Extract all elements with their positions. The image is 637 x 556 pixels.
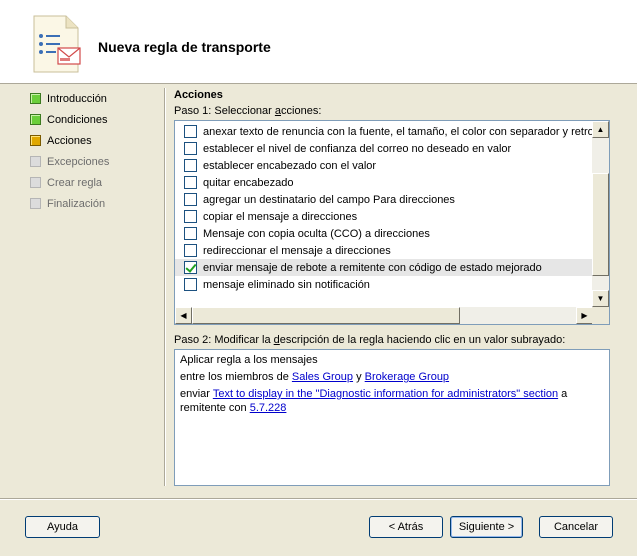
- description-line: Aplicar regla a los mensajes: [180, 354, 318, 366]
- action-checkbox[interactable]: [184, 176, 197, 189]
- nav-step-label: Condiciones: [47, 113, 108, 126]
- wizard-title: Nueva regla de transporte: [98, 39, 271, 55]
- step-pending-icon: [30, 156, 41, 167]
- nav-step-label: Introducción: [47, 92, 107, 105]
- actions-listbox[interactable]: anexar texto de renuncia con la fuente, …: [174, 120, 610, 325]
- step1-label: Paso 1: Seleccionar acciones:: [174, 105, 322, 117]
- description-line: remitente con 5.7.228: [180, 402, 287, 414]
- wizard-header: Nueva regla de transporte: [0, 0, 637, 84]
- action-row[interactable]: quitar encabezado: [175, 174, 593, 191]
- status-code-link[interactable]: 5.7.228: [250, 402, 287, 414]
- action-checkbox[interactable]: [184, 278, 197, 291]
- action-row[interactable]: copiar el mensaje a direcciones: [175, 208, 593, 225]
- diagnostic-text-link[interactable]: Text to display in the "Diagnostic infor…: [213, 388, 558, 400]
- description-line: entre los miembros de Sales Group y Brok…: [180, 371, 450, 383]
- action-checkbox[interactable]: [184, 210, 197, 223]
- scroll-left-icon[interactable]: ◀: [175, 307, 192, 324]
- step2-label: Paso 2: Modificar la descripción de la r…: [174, 334, 566, 346]
- nav-step-condiciones[interactable]: Condiciones: [30, 109, 160, 130]
- action-row[interactable]: establecer el nivel de confianza del cor…: [175, 140, 593, 157]
- step-done-icon: [30, 114, 41, 125]
- rule-description-box: Aplicar regla a los mensajes entre los m…: [174, 349, 610, 486]
- scroll-up-icon[interactable]: ▲: [592, 121, 609, 138]
- nav-step-label: Excepciones: [47, 155, 110, 168]
- action-row[interactable]: establecer encabezado con el valor: [175, 157, 593, 174]
- cancel-button[interactable]: Cancelar: [539, 516, 613, 538]
- action-checkbox[interactable]: [184, 125, 197, 138]
- vertical-divider: [164, 88, 166, 486]
- scroll-down-icon[interactable]: ▼: [592, 290, 609, 307]
- action-checkbox[interactable]: [184, 227, 197, 240]
- actions-list: anexar texto de renuncia con la fuente, …: [175, 121, 593, 307]
- next-button[interactable]: Siguiente >: [450, 516, 523, 538]
- nav-step-label: Crear regla: [47, 176, 103, 189]
- vertical-scrollbar[interactable]: ▲ ▼: [592, 121, 609, 307]
- bottom-divider: [0, 498, 637, 500]
- action-row[interactable]: mensaje eliminado sin notificación: [175, 276, 593, 293]
- wizard-steps-nav: Introducción Condiciones Acciones Excepc…: [30, 88, 160, 214]
- nav-step-excepciones: Excepciones: [30, 151, 160, 172]
- back-button[interactable]: < Atrás: [369, 516, 443, 538]
- action-row-selected[interactable]: enviar mensaje de rebote a remitente con…: [175, 259, 593, 276]
- action-row[interactable]: anexar texto de renuncia con la fuente, …: [175, 123, 593, 140]
- action-checkbox[interactable]: [184, 244, 197, 257]
- brokerage-group-link[interactable]: Brokerage Group: [365, 371, 449, 383]
- step-pending-icon: [30, 177, 41, 188]
- description-line: enviar Text to display in the "Diagnosti…: [180, 388, 568, 400]
- vertical-scroll-thumb[interactable]: [592, 173, 609, 276]
- nav-step-crear-regla: Crear regla: [30, 172, 160, 193]
- horizontal-scroll-thumb[interactable]: [192, 307, 460, 324]
- nav-step-label: Acciones: [47, 134, 92, 147]
- step-pending-icon: [30, 198, 41, 209]
- action-checkbox[interactable]: [184, 159, 197, 172]
- section-title: Acciones: [174, 89, 223, 101]
- rule-document-icon: [33, 15, 81, 73]
- nav-step-finalizacion: Finalización: [30, 193, 160, 214]
- sales-group-link[interactable]: Sales Group: [292, 371, 353, 383]
- action-row[interactable]: agregar un destinatario del campo Para d…: [175, 191, 593, 208]
- nav-step-acciones[interactable]: Acciones: [30, 130, 160, 151]
- action-checkbox[interactable]: [184, 142, 197, 155]
- step-current-icon: [30, 135, 41, 146]
- action-checkbox[interactable]: [184, 193, 197, 206]
- step-done-icon: [30, 93, 41, 104]
- scroll-corner: [592, 307, 609, 324]
- action-checkbox-checked[interactable]: [184, 261, 197, 274]
- horizontal-scrollbar[interactable]: ◀ ▶: [175, 307, 593, 324]
- action-row[interactable]: Mensaje con copia oculta (CCO) a direcci…: [175, 225, 593, 242]
- scroll-right-icon[interactable]: ▶: [576, 307, 593, 324]
- help-button[interactable]: Ayuda: [25, 516, 100, 538]
- action-row[interactable]: redireccionar el mensaje a direcciones: [175, 242, 593, 259]
- nav-step-introduccion[interactable]: Introducción: [30, 88, 160, 109]
- nav-step-label: Finalización: [47, 197, 106, 210]
